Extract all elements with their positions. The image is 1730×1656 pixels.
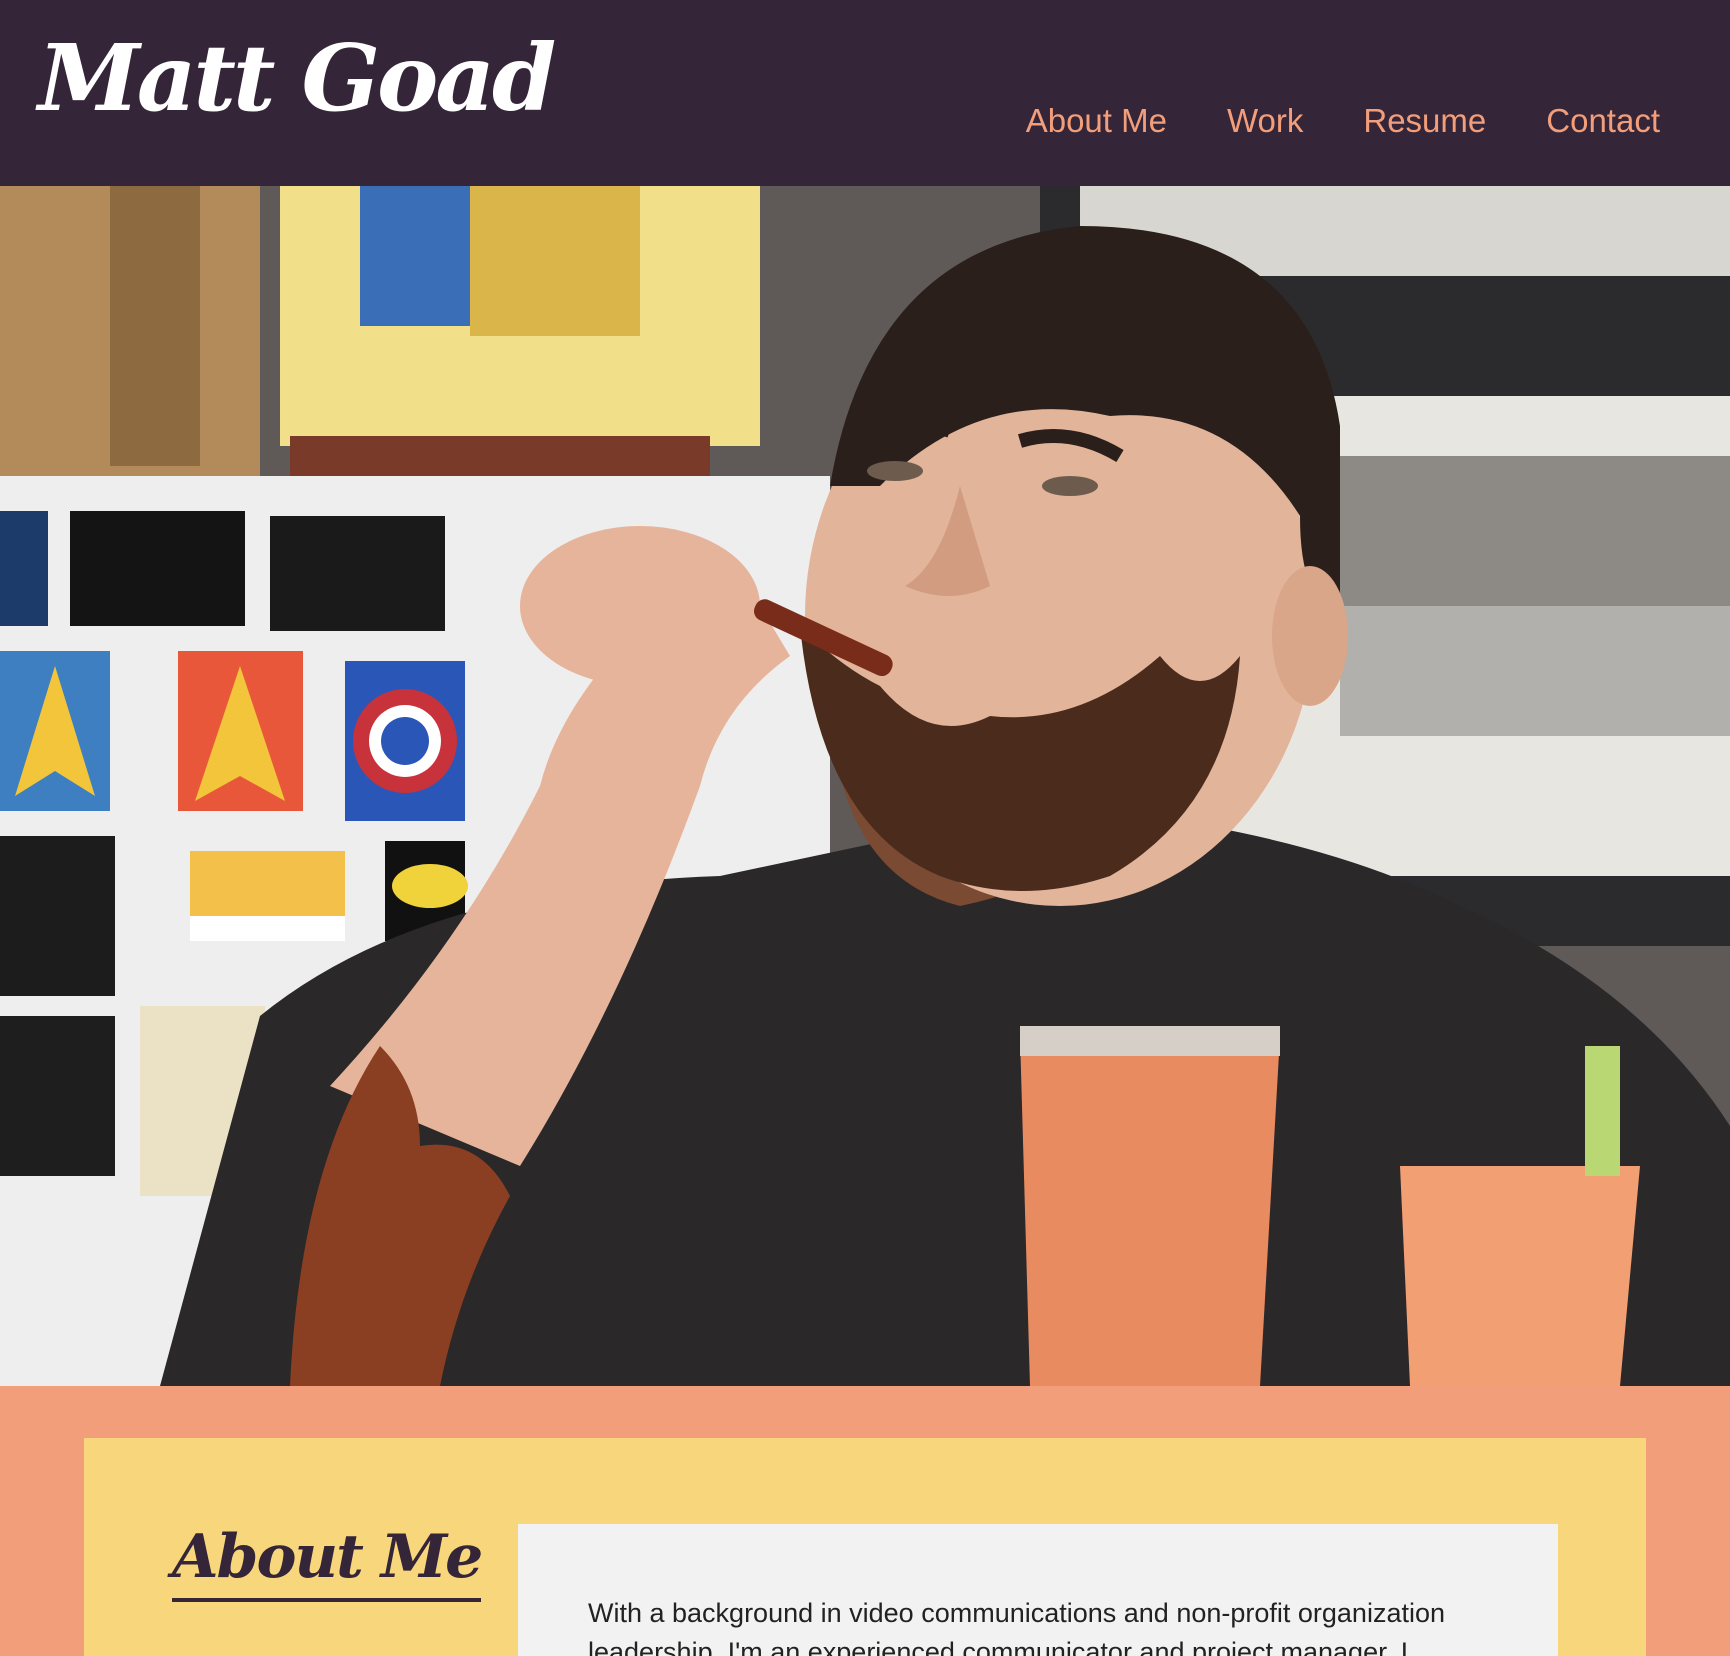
site-header: Matt Goad About Me Work Resume Contact: [0, 0, 1730, 186]
nav-link-resume[interactable]: Resume: [1363, 102, 1486, 140]
main-nav: About Me Work Resume Contact: [1026, 102, 1660, 140]
about-section: About Me With a background in video comm…: [84, 1438, 1646, 1656]
about-text: With a background in video communication…: [588, 1598, 1445, 1656]
hero-photo: [0, 186, 1730, 1386]
about-title: About Me: [172, 1524, 483, 1602]
nav-link-contact[interactable]: Contact: [1546, 102, 1660, 140]
site-logo[interactable]: Matt Goad: [38, 25, 556, 132]
about-card: With a background in video communication…: [518, 1524, 1558, 1656]
nav-link-about-me[interactable]: About Me: [1026, 102, 1167, 140]
hero-image: [0, 186, 1730, 1386]
nav-link-work[interactable]: Work: [1227, 102, 1303, 140]
